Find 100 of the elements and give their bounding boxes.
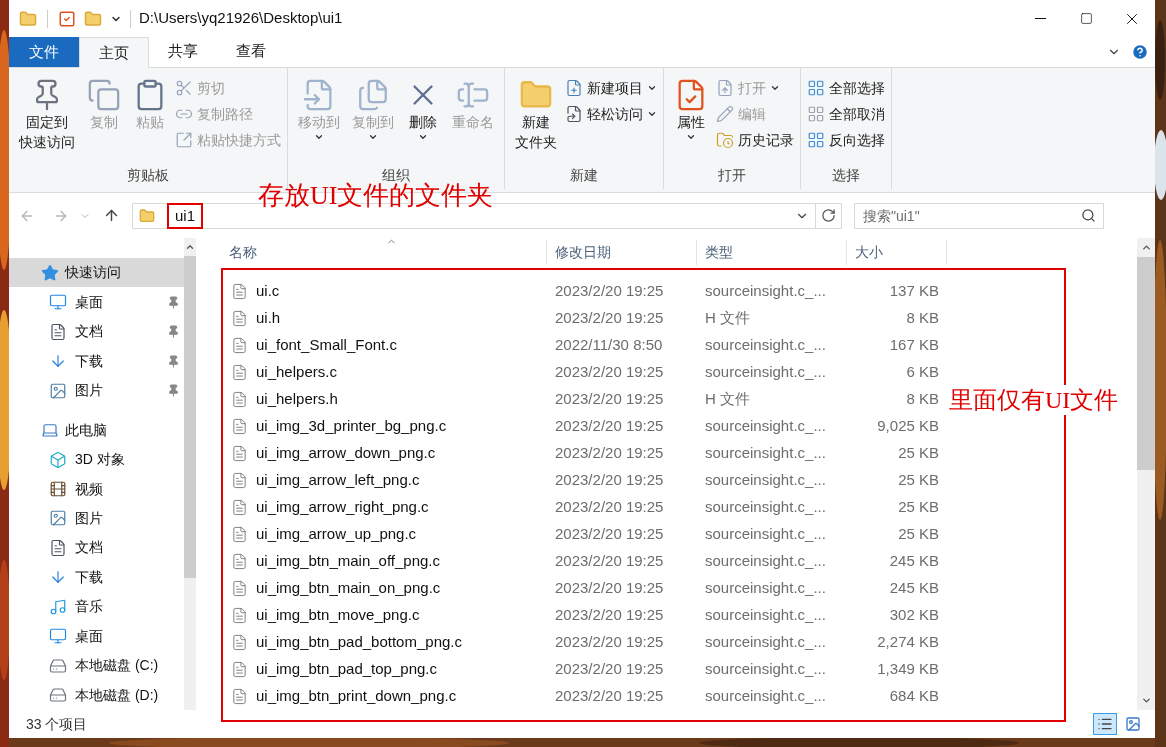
ribbon-button[interactable]: 删除	[402, 74, 444, 165]
nav-item[interactable]: 图片	[9, 375, 184, 406]
file-name[interactable]: ui_font_Small_Font.c	[256, 334, 397, 357]
grid-icon	[807, 79, 825, 97]
details-view-button[interactable]	[1093, 713, 1117, 735]
file-icon	[231, 337, 248, 354]
search-icon[interactable]	[1081, 207, 1096, 223]
scroll-up-icon[interactable]	[1140, 242, 1152, 253]
table-cell-text: sourceinsight.c_...	[704, 497, 827, 518]
scroll-down-icon[interactable]	[1140, 695, 1152, 706]
search-field[interactable]: 搜索"ui1"	[854, 202, 1104, 229]
nav-item[interactable]: 音乐	[9, 592, 184, 622]
nav-item[interactable]: 下载	[9, 562, 184, 593]
table-cell-text: 2023/2/20 19:25	[554, 362, 665, 383]
ribbon-button[interactable]: 新建项目	[565, 76, 657, 100]
column-header[interactable]: 修改日期	[547, 240, 697, 265]
nav-item[interactable]: 此电脑	[9, 415, 184, 445]
file-name[interactable]: ui_img_btn_move_png.c	[256, 604, 420, 627]
file-name[interactable]: ui.h	[256, 307, 281, 330]
file-icon	[231, 391, 248, 408]
table-cell-text: sourceinsight.c_...	[704, 362, 827, 383]
nav-item[interactable]: 图片	[9, 503, 184, 534]
nav-item[interactable]: 文档	[9, 533, 184, 563]
file-name[interactable]: ui_img_btn_main_on_png.c	[256, 577, 441, 600]
file-icon	[231, 607, 248, 624]
file-name[interactable]: ui_img_btn_print_down_png.c	[256, 685, 457, 708]
breadcrumb-item[interactable]: ui1	[167, 202, 204, 229]
column-header[interactable]: 大小	[847, 240, 947, 265]
pin-icon[interactable]	[167, 295, 180, 309]
folder-icon	[139, 207, 155, 224]
file-icon	[231, 634, 248, 651]
file-name[interactable]: ui_img_arrow_up_png.c	[256, 523, 417, 546]
table-cell-text: 2023/2/20 19:25	[554, 659, 665, 680]
ribbon-button[interactable]: 固定到 快速访问	[15, 74, 79, 165]
nav-item[interactable]: 桌面	[9, 621, 184, 652]
ribbon-tab[interactable]: 共享	[149, 36, 217, 67]
nav-item[interactable]: 本地磁盘 (C:)	[9, 651, 184, 681]
scrollbar[interactable]	[184, 238, 196, 710]
ribbon-button[interactable]: 属性	[670, 74, 712, 165]
pin-icon[interactable]	[167, 325, 180, 339]
scrollbar[interactable]	[1137, 238, 1155, 710]
nav-item[interactable]: 本地磁盘 (D:)	[9, 680, 184, 711]
table-cell-text: sourceinsight.c_...	[704, 578, 827, 599]
folder-icon[interactable]	[19, 9, 37, 28]
image-icon	[49, 509, 67, 528]
ribbon-button[interactable]: 轻松访问	[565, 102, 657, 126]
table-cell-text: 25 KB	[897, 497, 939, 518]
ribbon-button[interactable]: 历史记录	[716, 128, 794, 152]
file-icon	[231, 310, 248, 327]
cube-icon	[49, 450, 67, 469]
nav-item[interactable]: 视频	[9, 474, 184, 504]
ribbon-button[interactable]: 新建 文件夹	[511, 74, 561, 165]
file-tab[interactable]: 文件	[9, 37, 79, 67]
ribbon-button[interactable]: 反向选择	[807, 128, 885, 152]
caret-icon	[418, 132, 428, 142]
ribbon-tab[interactable]: 查看	[217, 36, 285, 67]
file-name[interactable]: ui_img_btn_main_off_png.c	[256, 550, 441, 573]
up-icon[interactable]	[103, 207, 120, 224]
nav-item[interactable]: 桌面	[9, 287, 184, 317]
ribbon-tab[interactable]: 主页	[79, 37, 149, 68]
ribbon-button[interactable]: 全部选择	[807, 76, 885, 100]
file-icon	[231, 526, 248, 543]
file-name[interactable]: ui_helpers.c	[256, 361, 337, 384]
nav-item[interactable]: 文档	[9, 316, 184, 347]
file-name[interactable]: ui_helpers.h	[256, 388, 338, 411]
file-icon	[231, 472, 248, 489]
table-cell-text: 2023/2/20 19:25	[554, 416, 665, 437]
caret-icon	[368, 132, 378, 142]
image-icon	[49, 381, 67, 400]
table-cell-text: 9,025 KB	[876, 416, 939, 437]
file-name[interactable]: ui_img_arrow_left_png.c	[256, 469, 420, 492]
refresh-icon[interactable]	[821, 208, 836, 223]
pin-icon[interactable]	[167, 354, 180, 368]
ribbon-button[interactable]: 全部取消	[807, 102, 885, 126]
nav-item[interactable]: 下载	[9, 346, 184, 376]
file-name[interactable]: ui_img_btn_pad_bottom_png.c	[256, 631, 462, 654]
file-name[interactable]: ui_img_arrow_right_png.c	[256, 496, 429, 519]
file-icon	[231, 688, 248, 705]
file-name[interactable]: ui_img_arrow_down_png.c	[256, 442, 436, 465]
table-cell-text: 2023/2/20 19:25	[554, 605, 665, 626]
file-name[interactable]: ui.c	[256, 280, 280, 303]
folder-icon[interactable]	[84, 9, 102, 28]
file-icon	[231, 553, 248, 570]
checkbox-icon[interactable]	[58, 9, 76, 28]
grid-icon	[807, 131, 825, 149]
column-header[interactable]: 名称	[221, 240, 547, 265]
file-name[interactable]: ui_img_btn_pad_top_png.c	[256, 658, 437, 681]
table-cell-text: 2023/2/20 19:25	[554, 308, 665, 329]
shortcut-arrow-icon	[175, 131, 193, 149]
table-cell-text: sourceinsight.c_...	[704, 470, 827, 491]
group-label: 新建	[569, 166, 599, 185]
table-cell-text: 2023/2/20 19:25	[554, 470, 665, 491]
nav-item[interactable]: 3D 对象	[9, 444, 184, 475]
file-name[interactable]: ui_img_3d_printer_bg_png.c	[256, 415, 447, 438]
nav-item[interactable]: 快速访问	[9, 258, 184, 288]
scroll-up-icon[interactable]	[185, 242, 195, 252]
file-icon	[231, 364, 248, 381]
help-icon[interactable]	[1131, 43, 1149, 61]
column-header[interactable]: 类型	[697, 240, 847, 265]
pin-icon[interactable]	[167, 384, 180, 398]
